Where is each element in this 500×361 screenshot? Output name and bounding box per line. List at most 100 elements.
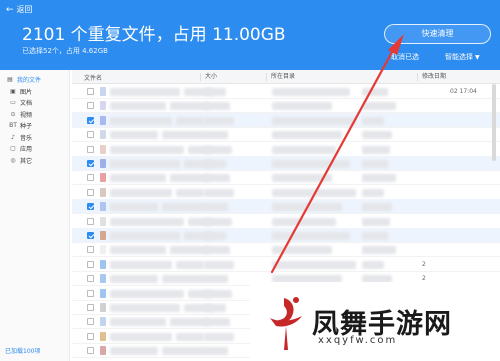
blurred-cell [204, 160, 226, 168]
blurred-cell [110, 88, 180, 96]
selection-summary: 已选择52个，占用 4.62GB [22, 47, 108, 55]
column-header-size[interactable]: 大小 [200, 73, 217, 81]
row-checkbox[interactable] [87, 289, 94, 297]
row-checkbox[interactable] [87, 145, 94, 153]
table-row[interactable] [72, 98, 500, 114]
row-checkbox[interactable] [87, 131, 94, 139]
table-row[interactable] [72, 185, 500, 200]
blurred-cell [110, 145, 184, 154]
row-checkbox[interactable] [87, 304, 94, 311]
table-row[interactable] [72, 214, 500, 229]
row-checkbox[interactable] [87, 260, 94, 268]
table-row[interactable] [72, 228, 500, 243]
image-icon: ▣ [10, 87, 16, 95]
sidebar-item-documents[interactable]: ▭ 文档 [0, 97, 69, 109]
row-checkbox[interactable] [87, 88, 94, 95]
table-row[interactable] [72, 199, 500, 215]
file-type-icon [100, 202, 106, 212]
sidebar-item-images[interactable]: ▣ 图片 [0, 86, 69, 98]
blurred-cell [362, 232, 388, 240]
file-type-icon [100, 115, 106, 125]
sidebar-item-other[interactable]: ◎ 其它 [0, 155, 69, 167]
table-row[interactable]: 02 17:04 [72, 84, 500, 99]
column-header-filename[interactable]: 文件名 [84, 73, 102, 82]
blurred-cell [110, 260, 172, 269]
row-checkbox[interactable] [87, 246, 94, 254]
smart-select-dropdown[interactable]: 智能选择 ▼ [445, 52, 480, 62]
file-type-icon [100, 216, 106, 226]
blurred-cell [272, 174, 332, 183]
blurred-cell [110, 332, 172, 341]
blurred-cell [272, 160, 350, 168]
blurred-cell [162, 275, 206, 284]
file-type-icon [100, 303, 106, 312]
blurred-cell [110, 232, 180, 240]
video-icon: ⊙ [10, 110, 16, 118]
table-row[interactable] [72, 156, 500, 171]
blurred-cell [110, 174, 166, 183]
blurred-cell [362, 160, 388, 168]
music-icon: ♪ [11, 133, 15, 141]
table-row[interactable]: 2 [72, 257, 500, 272]
column-header-directory[interactable]: 所在目录 [266, 73, 295, 81]
row-checkbox[interactable] [87, 174, 94, 182]
sidebar: ▤ 我的文件 ▣ 图片 ▭ 文档 ⊙ 视频 BT 种子 ♪ 音乐 ▢ 应用 ◎ … [0, 70, 70, 361]
blurred-cell [162, 347, 206, 356]
watermark-url: xxqyfw.com [318, 335, 398, 346]
row-checkbox[interactable] [87, 332, 94, 340]
row-checkbox[interactable] [87, 275, 94, 283]
row-checkbox[interactable] [87, 116, 94, 124]
blurred-cell [362, 246, 396, 255]
file-type-icon [100, 259, 106, 269]
blurred-cell [362, 188, 384, 197]
table-row[interactable] [72, 112, 500, 128]
sidebar-item-label: 其它 [20, 157, 33, 165]
blurred-cell [110, 347, 158, 356]
row-checkbox[interactable] [87, 160, 94, 167]
table-row[interactable] [72, 127, 500, 143]
blurred-cell [204, 260, 234, 269]
row-checkbox[interactable] [87, 203, 94, 211]
file-type-icon [100, 274, 106, 284]
sidebar-item-videos[interactable]: ⊙ 视频 [0, 109, 69, 121]
blurred-cell [204, 318, 230, 327]
blurred-cell [272, 232, 350, 240]
sidebar-item-my-files[interactable]: ▤ 我的文件 [0, 74, 69, 86]
column-header-date[interactable]: 修改日期 [417, 73, 446, 81]
blurred-cell [362, 145, 390, 154]
blurred-cell [204, 203, 228, 212]
row-checkbox[interactable] [87, 232, 94, 239]
row-checkbox[interactable] [87, 318, 94, 326]
blurred-cell [204, 246, 230, 255]
blurred-cell [110, 102, 166, 111]
blurred-cell [362, 116, 384, 125]
blurred-cell [110, 318, 166, 327]
table-row[interactable] [72, 242, 500, 258]
blurred-cell [204, 232, 226, 240]
loaded-count: 已加载100项 [5, 348, 41, 355]
back-button[interactable]: ← 返回 [6, 4, 33, 15]
sidebar-item-apps[interactable]: ▢ 应用 [0, 143, 69, 155]
blurred-cell [204, 116, 234, 125]
unselect-link[interactable]: 取消已选 [391, 52, 419, 62]
smart-select-label: 智能选择 [445, 53, 473, 61]
row-checkbox[interactable] [87, 347, 94, 355]
sidebar-item-torrents[interactable]: BT 种子 [0, 120, 69, 132]
modified-date: 02 17:04 [450, 88, 477, 95]
file-type-icon [100, 144, 106, 154]
header-bar: ← 返回 2101 个重复文件，占用 11.00GB 已选择52个，占用 4.6… [0, 0, 500, 70]
scrollbar[interactable] [492, 84, 496, 161]
table-row[interactable] [72, 170, 500, 186]
table-row[interactable] [72, 142, 500, 157]
file-type-icon [100, 187, 106, 197]
row-checkbox[interactable] [87, 217, 94, 225]
app-icon: ▢ [10, 145, 16, 153]
blurred-cell [204, 174, 230, 183]
row-checkbox[interactable] [87, 188, 94, 196]
blurred-cell [362, 102, 396, 111]
quick-clean-button[interactable]: 快速清理 [384, 24, 491, 44]
sidebar-item-music[interactable]: ♪ 音乐 [0, 132, 69, 144]
row-checkbox[interactable] [87, 102, 94, 110]
blurred-cell [204, 145, 232, 154]
modified-date: 2 [422, 260, 426, 268]
